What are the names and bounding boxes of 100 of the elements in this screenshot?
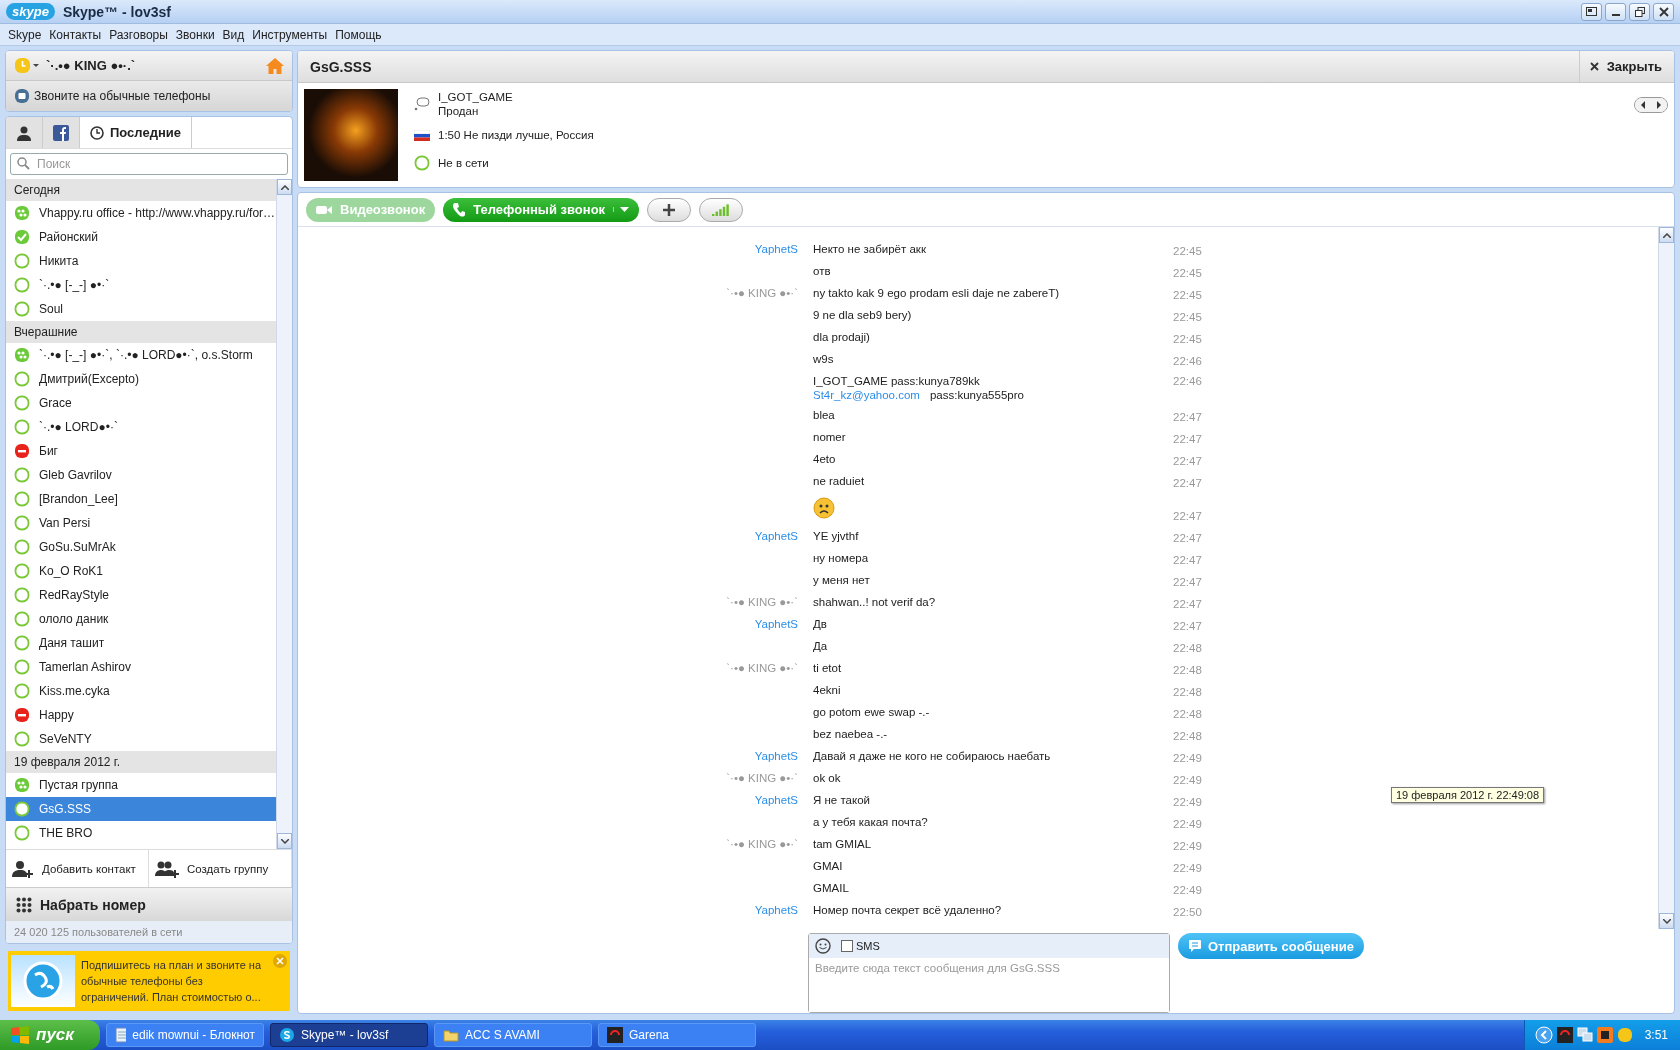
app-tray-icon[interactable] [1556, 1027, 1573, 1043]
sidebar-tab[interactable] [6, 117, 43, 148]
message-text: отв [813, 265, 832, 279]
mood-message: Продан [438, 105, 480, 117]
clock-icon [90, 125, 104, 140]
close-conversation-button[interactable]: Закрыть [1578, 51, 1662, 82]
clock: 3:51 [1644, 1028, 1668, 1042]
taskbar-button[interactable]: Skype™ - lov3sf [270, 1023, 428, 1047]
group-header: Сегодня [6, 179, 276, 201]
offline-status-icon [414, 155, 430, 171]
app-tray-icon[interactable] [1596, 1027, 1613, 1043]
chevron-up-icon [280, 184, 289, 190]
promo-banner[interactable]: Подпишитесь на план и звоните на обычные телефоны без ограничений. План стоимостью о... [5, 948, 293, 1014]
online-count: 24 020 125 пользователей в сети [6, 921, 292, 943]
menu-item[interactable]: Инструменты [248, 27, 332, 42]
message-input[interactable]: SMS Введите сюда текст сообщения для GsG.SSS [808, 933, 1170, 1013]
message-time: 22:45 [1173, 245, 1203, 257]
message-text: Номер почта секрет всё удаленно? [813, 904, 1003, 918]
contact-item[interactable]: Happy [6, 703, 276, 727]
message-text: GMAI [813, 860, 844, 874]
promo-text: Подпишитесь на план и звоните на обычные телефоны без ограничений. План стоимостью о... [81, 958, 263, 1005]
contact-item[interactable]: [Brandon_Lee] [6, 487, 276, 511]
message-text: а у тебя какая почта? [813, 816, 929, 830]
folder-icon [443, 1028, 459, 1042]
message-text: w9s [813, 353, 835, 367]
contact-item[interactable]: Дмитрий(Excepto) [6, 367, 276, 391]
message-text: ne raduiet [813, 475, 866, 489]
sender-name: YaphetS [754, 904, 798, 918]
video-camera-icon [316, 203, 332, 216]
message-time: 22:50 [1173, 906, 1203, 918]
scrollbar[interactable] [276, 179, 292, 849]
message-time: 22:48 [1173, 642, 1203, 654]
maximize-button[interactable] [1629, 2, 1650, 21]
menu-item[interactable]: Вид [218, 27, 249, 42]
previous-button[interactable] [1635, 98, 1651, 112]
contact-item[interactable]: Kiss.me.cyka [6, 679, 276, 703]
facebook-icon [53, 124, 69, 141]
contact-item[interactable]: Районский [6, 225, 276, 249]
contact-item[interactable]: Grace [6, 391, 276, 415]
contact-item[interactable]: Даня ташит [6, 631, 276, 655]
dial-button[interactable]: Набрать номер [6, 887, 292, 921]
menu-item[interactable]: Контакты [45, 27, 106, 42]
compact-view-button[interactable] [1581, 2, 1602, 21]
menu-item[interactable]: Разговоры [105, 27, 172, 42]
contact-item[interactable]: Van Persi [6, 511, 276, 535]
contact-item[interactable]: GsG.SSS [6, 797, 276, 821]
contact-item[interactable]: Gleb Gavrilov [6, 463, 276, 487]
taskbar-button[interactable]: ACC S AVAMI [434, 1023, 592, 1047]
contact-item[interactable]: Пустая группа [6, 773, 276, 797]
speech-bubble-icon [414, 97, 430, 111]
sender-name: `·•● KING ●•·` [726, 287, 798, 301]
contact-item[interactable]: `·.•● [-_-] ●•·` [6, 273, 276, 297]
message-time: 22:49 [1173, 774, 1203, 786]
taskbar-button[interactable]: edik mownui - Блокнот [106, 1023, 264, 1047]
message-time: 22:46 [1173, 375, 1203, 387]
smiley-icon[interactable] [815, 938, 831, 954]
contact-item[interactable]: Tamerlan Ashirov [6, 655, 276, 679]
message-text: Дв [813, 618, 828, 632]
next-button[interactable] [1651, 98, 1667, 112]
taskbar-button[interactable]: Garena [598, 1023, 756, 1047]
message-time: 22:45 [1173, 311, 1203, 323]
status-icon[interactable] [14, 56, 40, 75]
sidebar-tab[interactable] [43, 117, 80, 148]
sms-checkbox[interactable]: SMS [841, 940, 880, 952]
message-text: pass:kunya555pro [929, 389, 1024, 401]
contact-item[interactable]: ололо даник [6, 607, 276, 631]
scrollbar[interactable] [1658, 227, 1674, 929]
contact-item[interactable]: THE BRO [6, 821, 276, 845]
contact-item[interactable]: GoSu.SuMrAk [6, 535, 276, 559]
network-icon[interactable] [1576, 1027, 1593, 1043]
flag-icon [414, 129, 430, 141]
minimize-button[interactable] [1605, 2, 1626, 21]
mood-title: I_GOT_GAME [438, 91, 513, 103]
caret-icon[interactable] [620, 207, 630, 212]
show-hidden-icons-icon[interactable] [1534, 1026, 1553, 1044]
close-button[interactable] [1653, 2, 1674, 21]
contact-item[interactable]: Биг [6, 439, 276, 463]
search-icon [17, 157, 30, 170]
chevron-up-icon [1662, 232, 1671, 238]
window-title: Skype™ - lov3sf [62, 3, 172, 20]
message-text: bez naebea -.- [813, 728, 889, 742]
contact-item[interactable]: Soul [6, 297, 276, 321]
contact-item[interactable]: RedRayStyle [6, 583, 276, 607]
email-link[interactable]: St4r_kz@yahoo.com [813, 389, 920, 401]
menu-item[interactable]: Помощь [331, 27, 386, 42]
contact-item[interactable]: Никита [6, 249, 276, 273]
contact-item[interactable]: `·.•● [-_-] ●•·`, `·.•● LORD●•·`, o.s.Storm [6, 343, 276, 367]
contact-item[interactable]: `·.•● LORD●•·` [6, 415, 276, 439]
message-text: Некто не забирёт акк [813, 243, 927, 257]
menu-item[interactable]: Skype [4, 27, 46, 42]
menu-item[interactable]: Звонки [171, 27, 219, 42]
contact-item[interactable]: SeVeNTY [6, 727, 276, 751]
contact-item[interactable]: Vhappy.ru office - http://www.vhappy.ru/for… [6, 201, 276, 225]
profile-name[interactable]: `·.•● KING ●•·.` [46, 58, 136, 73]
message-text: Давай я даже не кого не собираюсь наебать [813, 750, 1052, 764]
app-logo: skype [6, 3, 55, 20]
sender-name: `·•● KING ●•·` [726, 662, 798, 676]
contact-item[interactable]: Ko_O RoK1 [6, 559, 276, 583]
search-field[interactable]: Поиск [10, 153, 288, 175]
add-button[interactable] [647, 197, 692, 222]
